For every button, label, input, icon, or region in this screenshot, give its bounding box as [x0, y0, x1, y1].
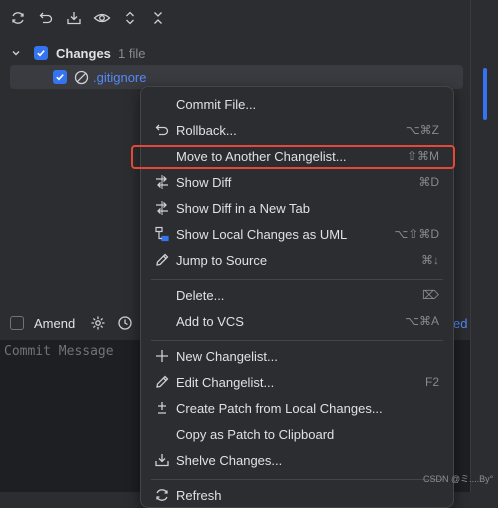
menu-item-new-changelist[interactable]: New Changelist...: [141, 343, 453, 369]
menu-item-show-uml[interactable]: Show Local Changes as UML ⌥⇧⌘D: [141, 221, 453, 247]
changelist-count: 1 file: [118, 45, 146, 61]
watermark: CSDN @ミ....By°: [423, 474, 494, 484]
menu-item-show-diff[interactable]: Show Diff ⌘D: [141, 169, 453, 195]
eye-icon[interactable]: [92, 8, 112, 28]
diff-new-tab-icon: [153, 199, 171, 217]
truncated-link[interactable]: ed: [453, 316, 467, 331]
rollback-icon[interactable]: [36, 8, 56, 28]
file-checkbox[interactable]: [53, 70, 67, 84]
menu-item-delete[interactable]: Delete... ⌦: [141, 282, 453, 308]
pencil-icon: [153, 251, 171, 269]
menu-item-shelve-changes[interactable]: Shelve Changes...: [141, 447, 453, 473]
changelist-row[interactable]: Changes 1 file: [0, 41, 470, 65]
menu-separator: [151, 279, 443, 280]
menu-item-copy-patch[interactable]: Copy as Patch to Clipboard: [141, 421, 453, 447]
menu-item-edit-changelist[interactable]: Edit Changelist... F2: [141, 369, 453, 395]
rollback-icon: [153, 121, 171, 139]
pencil-icon: [153, 373, 171, 391]
plus-minus-icon: [153, 399, 171, 417]
changelist-checkbox[interactable]: [34, 46, 48, 60]
diff-icon: [153, 173, 171, 191]
highlight-box: [131, 145, 455, 169]
collapse-icon[interactable]: [148, 8, 168, 28]
menu-item-jump-to-source[interactable]: Jump to Source ⌘↓: [141, 247, 453, 273]
vertical-scrollbar[interactable]: [483, 68, 487, 120]
changelist-name: Changes: [56, 45, 111, 61]
menu-item-refresh[interactable]: Refresh: [141, 482, 453, 508]
amend-checkbox[interactable]: [10, 316, 24, 330]
uml-icon: [153, 225, 171, 243]
ignored-file-icon: [74, 70, 89, 85]
menu-item-rollback[interactable]: Rollback... ⌥⌘Z: [141, 117, 453, 143]
menu-separator: [151, 479, 443, 480]
commit-toolbar: [0, 0, 478, 36]
file-name: .gitignore: [93, 69, 147, 85]
panel-divider: [470, 0, 471, 492]
shelve-icon: [153, 451, 171, 469]
amend-label: Amend: [34, 315, 76, 331]
menu-item-create-patch[interactable]: Create Patch from Local Changes...: [141, 395, 453, 421]
shelve-icon[interactable]: [64, 8, 84, 28]
menu-item-show-diff-new-tab[interactable]: Show Diff in a New Tab: [141, 195, 453, 221]
commit-message-placeholder: Commit Message: [4, 344, 114, 359]
chevron-down-icon[interactable]: [11, 48, 21, 58]
refresh-icon: [153, 486, 171, 504]
plus-icon: [153, 347, 171, 365]
clock-icon[interactable]: [117, 315, 133, 331]
commit-options-icon[interactable]: [90, 315, 106, 331]
menu-separator: [151, 340, 443, 341]
expand-icon[interactable]: [120, 8, 140, 28]
refresh-icon[interactable]: [8, 8, 28, 28]
menu-item-add-to-vcs[interactable]: Add to VCS ⌥⌘A: [141, 308, 453, 334]
menu-item-commit-file[interactable]: Commit File...: [141, 91, 453, 117]
